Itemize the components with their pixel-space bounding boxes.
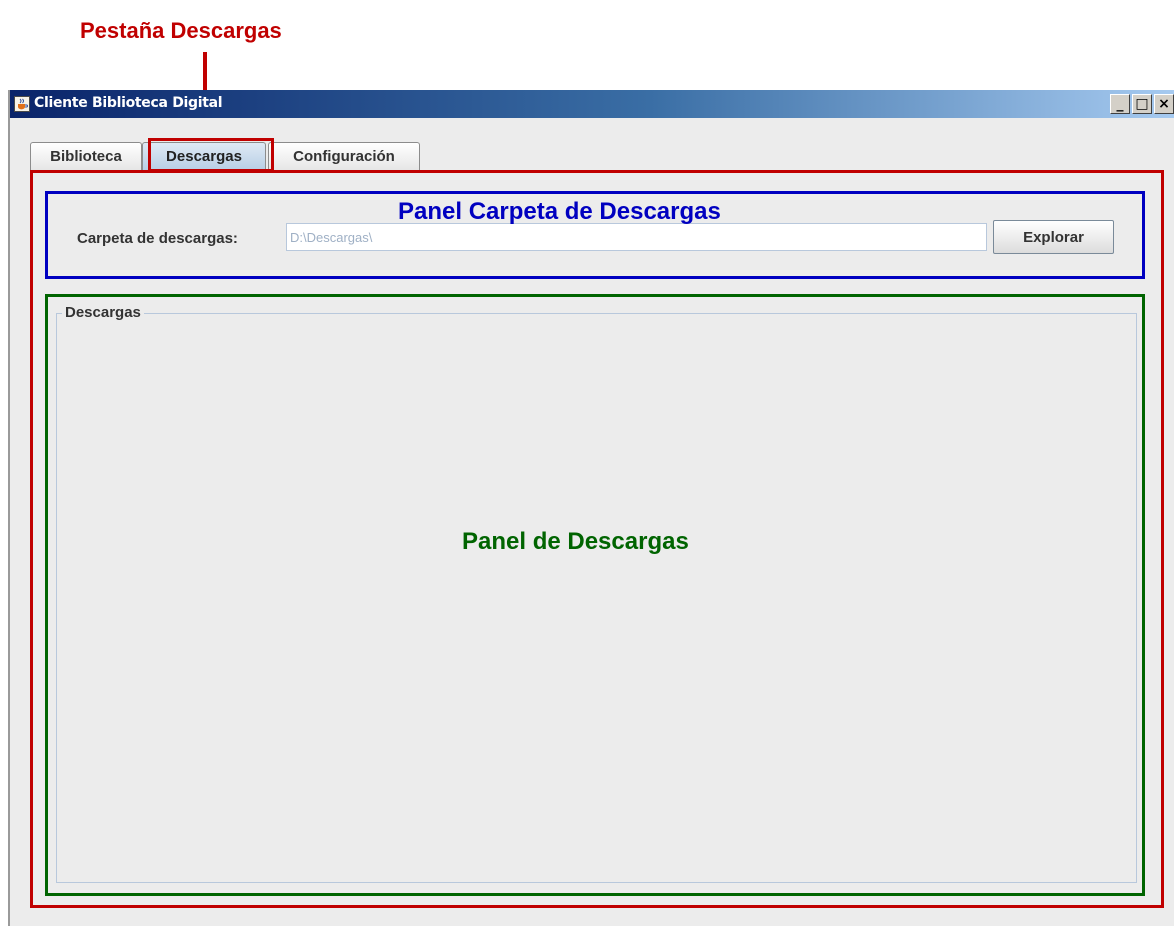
tab-configuracion[interactable]: Configuración <box>268 142 420 170</box>
downloads-panel-highlight-box <box>45 294 1145 896</box>
tab-highlight-box <box>148 138 274 172</box>
tab-biblioteca[interactable]: Biblioteca <box>30 142 142 170</box>
maximize-button[interactable]: □ <box>1132 94 1152 114</box>
minimize-button[interactable]: _ <box>1110 94 1130 114</box>
window-controls: _ □ × <box>1110 94 1174 114</box>
tab-callout-label: Pestaña Descargas <box>80 18 282 43</box>
close-button[interactable]: × <box>1154 94 1174 114</box>
folder-panel-annotation: Panel Carpeta de Descargas <box>398 198 721 225</box>
downloads-panel-annotation: Panel de Descargas <box>462 528 689 555</box>
java-cup-icon <box>14 96 30 112</box>
title-bar[interactable]: Cliente Biblioteca Digital _ □ × <box>10 90 1174 118</box>
window-title: Cliente Biblioteca Digital <box>34 95 223 111</box>
